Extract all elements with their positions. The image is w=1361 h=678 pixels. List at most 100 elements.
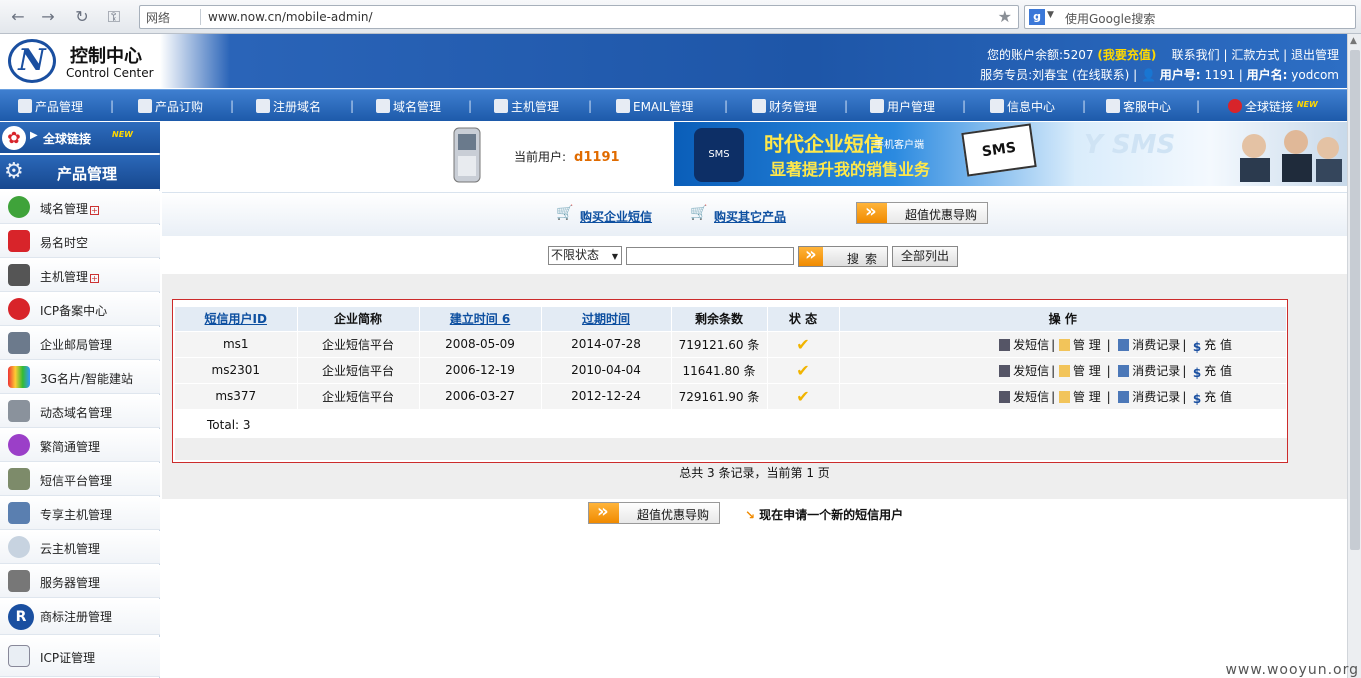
sidebar-item-icp-license[interactable]: ICP证管理 [0,637,160,677]
expand-plus-icon[interactable]: + [90,274,100,283]
color-blocks-icon [8,366,30,388]
guide-button-bottom[interactable]: 超值优惠导购 [588,501,720,524]
google-search-box[interactable]: g ▼ 使用Google搜索 [1024,5,1356,29]
col-header-expires[interactable]: 过期时间 [541,307,672,331]
dollar-icon: $ [1192,391,1202,406]
national-emblem-icon [8,298,30,320]
service-text[interactable]: 服务专员:刘春宝 (在线联系) | [980,68,1137,82]
search-placeholder[interactable]: 使用Google搜索 [1065,10,1155,27]
globe-icon [376,99,390,113]
shield-icon [8,332,30,354]
bookmark-star-icon[interactable]: ★ [998,7,1012,26]
satellite-icon [8,400,30,422]
nav-label: 域名管理 [393,100,442,114]
sidebar-item-ename[interactable]: 易名时空 [0,225,160,258]
checkmark-icon: ✔ [796,360,810,380]
sidebar-item-domain-mgmt[interactable]: 域名管理 + [0,191,160,224]
sidebar-item-dedicated-host[interactable]: 专享主机管理 [0,497,160,530]
sidebar-item-icp[interactable]: ICP备案中心 [0,293,160,326]
search-engine-dropdown-icon[interactable]: ▼ [1047,10,1054,20]
status-select[interactable]: 不限状态 [548,246,622,265]
cell-remaining: 729161.90 条 [671,382,768,409]
nav-item-domain-mgmt[interactable]: 域名管理 [376,98,441,115]
sidebar-item-server-mgmt[interactable]: 服务器管理 [0,565,160,598]
recharge-link[interactable]: 充 值 [1204,390,1232,404]
new-badge: NEW [1296,100,1318,109]
sidebar-item-label: 短信平台管理 [40,474,113,488]
key-icon[interactable]: ⚿ [104,7,124,27]
manage-link[interactable]: 管 理 [1073,390,1101,404]
cell-remaining: 11641.80 条 [671,356,768,383]
sidebar-item-fanjiantong[interactable]: 繁简通管理 [0,429,160,462]
sidebar-item-dynamic-domain[interactable]: 动态域名管理 [0,395,160,428]
nav-item-finance[interactable]: 财务管理 [752,98,817,115]
cell-status: ✔ [767,382,840,409]
nav-item-email-mgmt[interactable]: EMAIL管理 [616,98,693,115]
list-all-button[interactable]: 全部列出 [892,246,958,267]
sidebar-item-host-mgmt[interactable]: 主机管理 + [0,259,160,292]
forward-icon[interactable]: → [38,7,58,27]
send-sms-link[interactable]: 发短信 [1013,338,1049,352]
sidebar-item-label: 商标注册管理 [40,610,113,624]
scrollbar-thumb[interactable] [1350,50,1360,550]
sidebar-item-sms-platform[interactable]: 短信平台管理 [0,463,160,496]
sidebar-global-links[interactable]: ✿ ▶ 全球链接 NEW [0,122,160,153]
manage-link[interactable]: 管 理 [1073,338,1101,352]
nav-item-product-order[interactable]: 产品订购 [138,98,203,115]
apply-new-sms-user-link[interactable]: ↘ 现在申请一个新的短信用户 [745,506,903,523]
col-header-id[interactable]: 短信用户ID [175,307,298,331]
records-link[interactable]: 消费记录 [1132,364,1180,378]
page-scrollbar[interactable]: ▲ [1347,34,1361,678]
sidebar-item-enterprise-mail[interactable]: 企业邮局管理 [0,327,160,360]
server-icon [494,99,508,113]
nav-divider: | [230,99,235,113]
nav-item-host-mgmt[interactable]: 主机管理 [494,98,559,115]
records-link[interactable]: 消费记录 [1132,390,1180,404]
col-header-status: 状 态 [767,307,840,331]
recharge-link[interactable]: 充 值 [1204,364,1232,378]
action-bar: 🛒 购买企业短信 🛒 购买其它产品 超值优惠导购 [162,192,1347,236]
keyword-input[interactable] [626,247,794,265]
banner: 当前用户: d1191 SMS 时代企业短信 手机客户端 显著提升我的销售业务 S… [162,122,1347,186]
url-text[interactable]: www.now.cn/mobile-admin/ [208,10,373,24]
scroll-up-icon[interactable]: ▲ [1350,36,1357,46]
sidebar-item-trademark[interactable]: R 商标注册管理 [0,599,160,635]
ad-people-banner: Y SMS [1074,122,1347,186]
col-header-created[interactable]: 建立时间 6 [419,307,542,331]
nav-item-service-center[interactable]: 客服中心 [1106,98,1171,115]
nav-item-user-mgmt[interactable]: 用户管理 [870,98,935,115]
nav-item-domain-reg[interactable]: 注册域名 [256,98,321,115]
sms-ad-banner[interactable]: SMS 时代企业短信 手机客户端 显著提升我的销售业务 SMS [674,122,1074,186]
recharge-link[interactable]: (我要充值) [1097,48,1156,62]
user-no: 1191 [1204,68,1235,82]
buy-other-link[interactable]: 购买其它产品 [714,208,786,225]
cell-ops: 发短信 | 管 理 | 消费记录 | $ 充 值 [839,356,1287,383]
sidebar-item-cloud-host[interactable]: 云主机管理 [0,531,160,564]
send-sms-link[interactable]: 发短信 [1013,390,1049,404]
table-row: ms2301 企业短信平台 2006-12-19 2010-04-04 1164… [175,356,1287,383]
logo-icon[interactable]: N [8,39,56,83]
recharge-link[interactable]: 充 值 [1204,338,1232,352]
reload-icon[interactable]: ↻ [72,7,92,27]
buy-sms-link[interactable]: 购买企业短信 [580,208,652,225]
cell-expires: 2010-04-04 [541,356,672,383]
nav-item-product-mgmt[interactable]: 产品管理 [18,98,83,115]
purple-orb-icon [8,434,30,456]
expand-plus-icon[interactable]: + [90,206,100,215]
records-link[interactable]: 消费记录 [1132,338,1180,352]
page: N 控制中心 Control Center 您的账户余额:5207 (我要充值)… [0,34,1347,678]
address-bar[interactable]: 网络 www.now.cn/mobile-admin/ ★ [139,5,1019,29]
sidebar-item-3g-card[interactable]: 3G名片/智能建站 [0,361,160,394]
google-icon[interactable]: g [1029,9,1045,25]
server-icon [8,264,30,286]
back-icon[interactable]: ← [8,7,28,27]
manage-link[interactable]: 管 理 [1073,364,1101,378]
nav-divider: | [962,99,967,113]
header-links[interactable]: 联系我们 | 汇款方式 | 退出管理 [1172,48,1339,62]
guide-button[interactable]: 超值优惠导购 [856,201,988,224]
send-sms-link[interactable]: 发短信 [1013,364,1049,378]
col-header-name: 企业简称 [297,307,420,331]
search-button[interactable]: 搜索 [798,244,888,267]
nav-item-global-links[interactable]: 全球链接 NEW [1228,98,1318,115]
nav-item-info-center[interactable]: 信息中心 [990,98,1055,115]
